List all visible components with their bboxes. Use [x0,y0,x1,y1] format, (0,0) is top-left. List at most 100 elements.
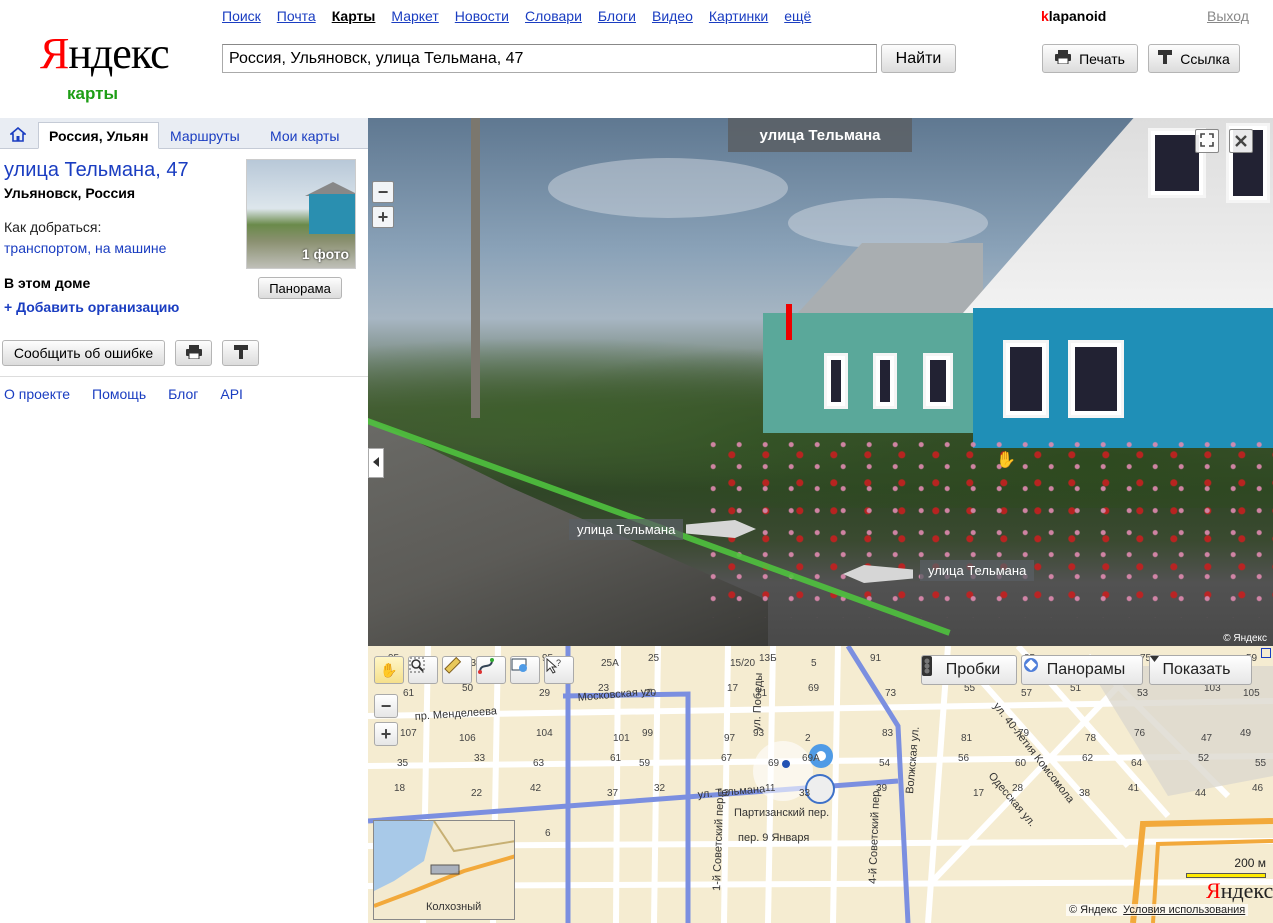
window [1068,340,1124,418]
map-zoom-out[interactable]: − [374,694,398,718]
add-object-tool[interactable] [510,656,540,684]
nav-item[interactable]: ещё [784,8,811,24]
house-number: 25 [648,653,660,664]
close-panorama-button[interactable] [1229,129,1253,153]
map-zoom-in[interactable]: + [374,722,398,746]
terms-of-use-link[interactable]: Условия использования [1123,904,1245,916]
panorama-zoom-out[interactable]: − [372,181,394,203]
logo-subtitle[interactable]: карты [67,84,118,104]
footer-link[interactable]: Блог [168,386,198,402]
nav-item[interactable]: Почта [277,8,316,24]
link-icon [233,344,248,362]
traffic-button-label: Пробки [945,661,1001,678]
username[interactable]: klapanoid [1041,8,1106,24]
house-number: 18 [394,783,406,794]
house-number: 62 [1082,753,1094,764]
panorama-zoom-in[interactable]: + [372,206,394,228]
fullscreen-button[interactable] [1195,129,1219,153]
tab-my-maps[interactable]: Мои карты [260,122,360,149]
photo-thumbnail[interactable]: 1 фото [246,159,356,269]
map-logo-text: ндекс [1220,878,1273,903]
cloud [788,198,988,248]
overview-minimap[interactable]: Колхозный [373,820,515,920]
house-number: 105 [1243,688,1260,699]
panoramas-button[interactable]: Панорамы [1021,655,1143,685]
pan-tool[interactable]: ✋ [374,656,404,684]
home-icon [8,126,28,145]
show-layers-dropdown[interactable]: Показать [1149,655,1252,685]
nav-item[interactable]: Видео [652,8,693,24]
window [824,353,848,409]
print-button[interactable]: Печать [1042,44,1138,73]
address-title[interactable]: улица Тельмана, 47 [4,159,189,182]
search-button[interactable]: Найти [881,44,956,73]
window [923,353,953,409]
hand-cursor-icon: ✋ [996,452,1016,469]
house-number: 35 [397,758,409,769]
footer-link[interactable]: Помощь [92,386,146,402]
house-number: 39 [876,783,888,794]
ruler-tool[interactable] [442,656,472,684]
house-number: 25А [601,658,619,669]
panorama-button[interactable]: Панорама [258,277,342,299]
house-number: 61 [610,753,622,764]
house-number: 54 [879,758,891,769]
add-organization-link[interactable]: + Добавить организацию [4,299,179,315]
map-yandex-logo[interactable]: Яндекс [1206,878,1273,904]
map-copyright: © Яндекс Условия использования [1066,904,1249,916]
tab-routes[interactable]: Маршруты [160,122,252,149]
directions-car-link[interactable]: на машине [95,240,166,256]
house-number: 60 [1015,758,1027,769]
nav-item[interactable]: Словари [525,8,582,24]
collapse-sidebar-button[interactable] [368,448,384,478]
tab-home[interactable] [0,122,35,149]
footer-link[interactable]: О проекте [4,386,70,402]
zoom-select-tool[interactable] [408,656,438,684]
map[interactable]: Московская ул. пр. Менделеева ул. Тельма… [368,646,1273,923]
house-number: 91 [870,653,882,664]
panoramas-button-label: Панорамы [1046,661,1126,678]
whats-here-tool[interactable]: ? [544,656,574,684]
nav-item[interactable]: Картинки [709,8,768,24]
link-small-button[interactable] [222,340,259,366]
directions-transport-link[interactable]: транспортом [4,240,87,256]
street-label: улица Тельмана [920,560,1035,581]
directions-links: транспортом, на машине [4,240,166,256]
expand-map-icon[interactable] [1261,648,1271,658]
logo-text: ндекс [68,29,169,78]
nav-item[interactable]: Маркет [391,8,438,24]
house-number: 97 [724,733,736,744]
nav-item[interactable]: Блоги [598,8,636,24]
report-error-button[interactable]: Сообщить об ошибке [2,340,165,366]
house-number: 59 [639,758,651,769]
print-small-button[interactable] [175,340,212,366]
house-number: 5 [811,658,817,669]
route-tool[interactable] [476,656,506,684]
house-number: 79 [1018,728,1030,739]
traffic-button[interactable]: Пробки [921,655,1017,685]
tab-search-result[interactable]: Россия, Ульян [38,122,159,149]
yandex-logo[interactable]: Яндекс карты [40,32,170,104]
nav-item[interactable]: Новости [455,8,509,24]
house-number: 69А [802,753,820,764]
location-marker [786,304,792,340]
nav-item[interactable]: Поиск [222,8,261,24]
street-panorama[interactable]: улица Тельмана − + улица Тельмана улица … [368,118,1273,646]
house-number: 57 [1021,688,1033,699]
street-name: ул. Тельмана [697,783,766,801]
search-input[interactable] [222,44,877,73]
sidebar: Россия, Ульян Маршруты Мои карты улица Т… [0,118,368,923]
panorama-copyright: © Яндекс [1223,633,1267,644]
house-number: 56 [958,753,970,764]
house-number: 6 [545,828,551,839]
logout-link[interactable]: Выход [1207,8,1249,24]
viewpoint-dot [782,760,790,768]
footer-link[interactable]: API [220,386,243,402]
house-number: 81 [961,733,973,744]
house-number: 69 [768,758,780,769]
nav-item[interactable]: Карты [332,8,376,24]
street-name: пер. 9 Января [738,832,809,844]
link-icon [1158,50,1173,67]
link-button[interactable]: Ссылка [1148,44,1240,73]
window [1003,340,1049,418]
